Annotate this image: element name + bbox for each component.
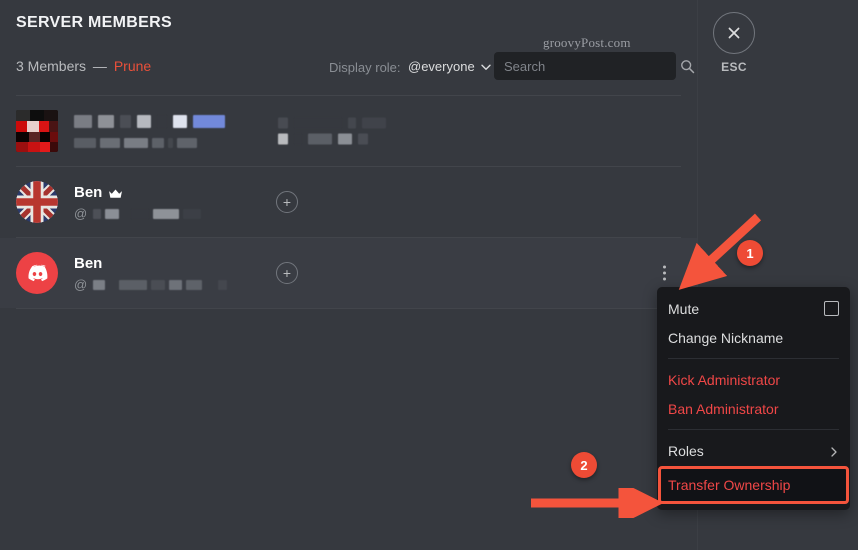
add-role-button[interactable]: + [276, 262, 298, 284]
menu-item-mute[interactable]: Mute [657, 294, 850, 323]
separator-dash: — [92, 58, 107, 74]
redaction-block [151, 279, 166, 290]
redaction-block [358, 133, 368, 145]
redaction-block [348, 117, 356, 129]
crown-icon [108, 187, 123, 199]
redaction-block [119, 279, 148, 290]
discord-server-members-modal: SERVER MEMBERS 3 Members — Prune Display… [0, 0, 858, 550]
more-options-icon[interactable] [663, 263, 667, 284]
menu-item-change-nickname[interactable]: Change Nickname [657, 323, 850, 352]
redaction-block [308, 133, 332, 145]
member-identity: Ben @ [74, 183, 202, 221]
redaction-block [157, 115, 167, 128]
pixel-red-black-avatar [16, 110, 58, 152]
chevron-down-icon [480, 61, 491, 71]
menu-separator [668, 358, 839, 359]
table-row[interactable]: Ben @ + [0, 167, 697, 237]
member-handle-redacted: @ [74, 276, 228, 292]
esc-label: ESC [721, 60, 747, 74]
menu-item-label: Change Nickname [668, 329, 784, 346]
watermark: groovyPost.com [543, 35, 631, 50]
display-role-dropdown[interactable]: @everyone [408, 59, 491, 74]
search-icon [680, 59, 695, 74]
menu-item-kick[interactable]: Kick Administrator [657, 365, 850, 394]
redaction-block [152, 137, 164, 148]
add-role-cell: + [276, 191, 298, 213]
member-name-redacted [74, 113, 225, 131]
union-flag-avatar [16, 181, 58, 223]
redaction-block [362, 117, 386, 129]
step-badge-1: 1 [737, 240, 763, 266]
redaction-block [74, 115, 92, 128]
table-row[interactable] [0, 96, 697, 166]
redaction-block [168, 137, 173, 148]
chevron-right-icon [829, 445, 839, 457]
member-count-row: 3 Members — Prune [16, 58, 151, 74]
member-identity [74, 113, 225, 150]
redaction-block [131, 208, 150, 219]
member-handle-redacted [74, 136, 225, 150]
handle-prefix: @ [74, 276, 88, 292]
menu-item-label: Ban Administrator [668, 400, 779, 417]
redaction-block [186, 279, 203, 290]
redaction-block [93, 208, 102, 219]
redaction-block [294, 117, 342, 129]
member-identity: Ben @ [74, 254, 228, 292]
redaction-block [278, 133, 288, 145]
annotation-arrow-2 [531, 488, 663, 518]
list-divider [16, 308, 681, 309]
redaction-block [169, 279, 183, 290]
display-role-label: Display role: [329, 60, 401, 75]
table-row[interactable]: Ben @ + [0, 238, 697, 308]
redaction-block [137, 115, 151, 128]
display-role-value: @everyone [408, 59, 475, 74]
menu-item-ban[interactable]: Ban Administrator [657, 394, 850, 423]
redaction-block [105, 208, 120, 219]
redaction-block [218, 279, 228, 290]
redacted-role-badges [278, 117, 386, 145]
redaction-block [120, 115, 131, 128]
redaction-block [124, 137, 148, 148]
close-x-icon [713, 12, 755, 54]
redaction-block [98, 115, 114, 128]
member-context-menu: Mute Change Nickname Kick Administrator … [657, 287, 850, 510]
member-name: Ben [74, 254, 103, 272]
discord-logo-avatar [16, 252, 58, 294]
handle-prefix: @ [74, 205, 88, 221]
redaction-block [278, 117, 288, 129]
member-list: Ben @ + Ben @ + [0, 95, 697, 309]
redaction-block [74, 137, 96, 148]
redaction-block [173, 115, 187, 128]
prune-link[interactable]: Prune [114, 58, 151, 74]
menu-item-label: Transfer Ownership [668, 477, 791, 493]
search-input[interactable] [504, 58, 680, 74]
search-box[interactable] [494, 52, 695, 80]
page-title: SERVER MEMBERS [16, 14, 172, 31]
redaction-block [338, 133, 352, 145]
menu-item-label: Roles [668, 442, 704, 459]
redaction-block [183, 208, 202, 219]
menu-separator [668, 429, 839, 430]
member-count-text: 3 Members [16, 58, 87, 74]
menu-item-roles[interactable]: Roles [657, 436, 850, 465]
close-modal-button[interactable]: ESC [712, 12, 756, 74]
add-role-cell: + [276, 262, 298, 284]
menu-item-transfer-ownership[interactable]: Transfer Ownership [658, 466, 849, 504]
redaction-block [153, 208, 180, 219]
mute-checkbox[interactable] [824, 301, 839, 316]
menu-item-label: Mute [668, 300, 700, 317]
redaction-block [100, 137, 120, 148]
step-badge-2: 2 [571, 452, 597, 478]
menu-item-label: Kick Administrator [668, 371, 781, 388]
redaction-block [177, 137, 197, 148]
redaction-block-role-color [193, 115, 225, 128]
member-name: Ben [74, 183, 103, 201]
redaction-block [93, 279, 106, 290]
member-handle-redacted: @ [74, 205, 202, 221]
redaction-block [294, 133, 302, 145]
add-role-button[interactable]: + [276, 191, 298, 213]
